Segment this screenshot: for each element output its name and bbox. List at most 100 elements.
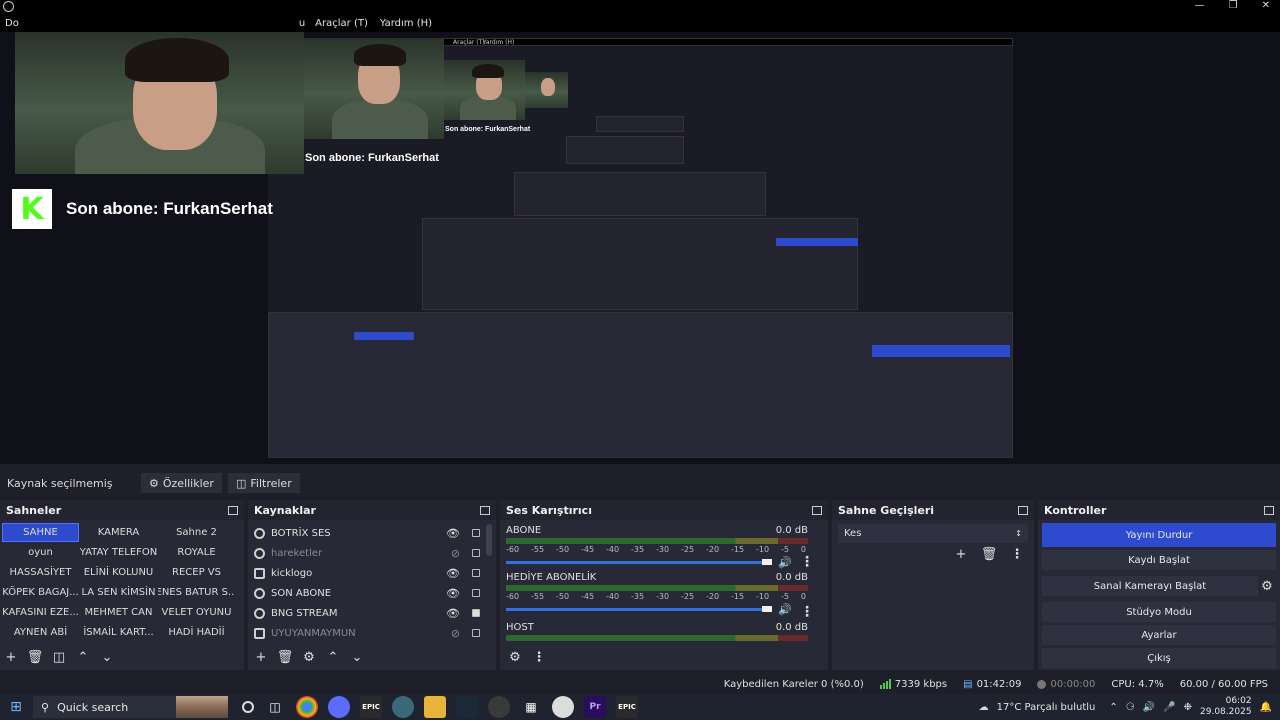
source-item[interactable]: BOTRİX SES 👁: [248, 523, 496, 543]
eye-icon[interactable]: 👁: [446, 527, 460, 540]
gear-icon[interactable]: ⚙: [1260, 579, 1274, 594]
scene-item[interactable]: VELET OYUNU: [158, 603, 235, 622]
volume-fader[interactable]: 🔊: [506, 556, 822, 569]
add-icon[interactable]: +: [4, 650, 18, 665]
scene-item[interactable]: LA SEN KİMSİN: [80, 583, 157, 602]
app-icon-2[interactable]: [552, 696, 574, 718]
trash-icon[interactable]: 🗑: [981, 547, 998, 562]
undock-icon[interactable]: [1018, 505, 1028, 515]
speaker-icon[interactable]: 🔊: [778, 556, 792, 569]
eye-hidden-icon[interactable]: ⊘: [451, 627, 460, 640]
clock[interactable]: 06:02 29.08.2025: [1200, 696, 1252, 718]
file-explorer-icon[interactable]: [424, 696, 446, 718]
mic-icon[interactable]: 🎤: [1163, 702, 1175, 713]
source-item[interactable]: hareketler ⊘: [248, 543, 496, 563]
scene-item[interactable]: HADİ HADİİ: [158, 623, 235, 642]
chevron-up-icon[interactable]: ⌃: [1109, 702, 1117, 713]
menu-tools[interactable]: Araçlar (T): [315, 18, 368, 29]
minimize-icon[interactable]: —: [1195, 0, 1205, 11]
scene-item[interactable]: SAHNE: [2, 523, 79, 542]
source-item[interactable]: BNG STREAM 👁: [248, 603, 496, 623]
undock-icon[interactable]: [228, 505, 238, 515]
scene-item[interactable]: RECEP VS: [158, 563, 235, 582]
lock-icon[interactable]: [472, 549, 480, 557]
menu-partial[interactable]: u: [299, 18, 305, 29]
sources-scrollbar[interactable]: [486, 524, 492, 556]
weather-text[interactable]: 17°C Parçalı bulutlu: [997, 702, 1096, 713]
undock-icon[interactable]: [812, 505, 822, 515]
epic-games-icon[interactable]: EPIC: [360, 696, 382, 718]
network-icon[interactable]: ⚆: [1126, 702, 1135, 713]
gear-icon[interactable]: ⚙: [302, 650, 316, 665]
taskbar-search[interactable]: ⚲ Quick search: [33, 696, 228, 718]
trash-icon[interactable]: 🗑: [277, 650, 294, 665]
gear-icon[interactable]: ⚙: [508, 650, 522, 665]
chevron-up-icon[interactable]: ⌃: [326, 650, 340, 665]
studio-mode-button[interactable]: Stüdyo Modu: [1042, 602, 1276, 622]
more-icon[interactable]: ⋮: [800, 554, 814, 570]
scene-item[interactable]: ENES BATUR S...: [158, 583, 235, 602]
epic-games-icon-2[interactable]: EPIC: [616, 696, 638, 718]
lock-closed-icon[interactable]: [472, 609, 480, 617]
windows-start-icon[interactable]: ⊞: [3, 694, 29, 720]
grid-app-icon[interactable]: ▦: [520, 696, 542, 718]
settings-button[interactable]: Ayarlar: [1042, 625, 1276, 645]
app-icon[interactable]: [392, 696, 414, 718]
speaker-icon[interactable]: 🔊: [778, 603, 792, 616]
scene-item[interactable]: KÖPEK BAGAJ...: [2, 583, 79, 602]
scene-item[interactable]: KAFASINI EZE...: [2, 603, 79, 622]
transition-select[interactable]: Kes ↕: [838, 524, 1028, 543]
chevron-down-icon[interactable]: ⌄: [100, 650, 114, 665]
add-icon[interactable]: +: [954, 547, 968, 562]
source-item[interactable]: UYUYANMAYMUN ⊘: [248, 623, 496, 643]
eye-icon[interactable]: 👁: [446, 587, 460, 600]
trash-icon[interactable]: 🗑: [27, 650, 44, 665]
eye-hidden-icon[interactable]: ⊘: [451, 547, 460, 560]
scene-item[interactable]: ELİNİ KOLUNU: [80, 563, 157, 582]
obs-taskbar-icon[interactable]: [488, 696, 510, 718]
start-record-button[interactable]: Kaydı Başlat: [1042, 550, 1276, 570]
source-item[interactable]: SON ABONE 👁: [248, 583, 496, 603]
undock-icon[interactable]: [480, 505, 490, 515]
scene-item[interactable]: MEHMET CAN: [80, 603, 157, 622]
bluetooth-icon[interactable]: ❉: [1184, 702, 1192, 713]
more-icon[interactable]: ⋮: [1010, 547, 1024, 562]
chevron-down-icon[interactable]: ⌄: [350, 650, 364, 665]
lock-icon[interactable]: [472, 529, 480, 537]
undock-icon[interactable]: [1264, 505, 1274, 515]
more-icon[interactable]: ⋮: [532, 650, 546, 665]
chevron-up-icon[interactable]: ⌃: [76, 650, 90, 665]
volume-icon[interactable]: 🔊: [1143, 702, 1155, 713]
virtual-cam-button[interactable]: Sanal Kamerayı Başlat: [1042, 576, 1258, 596]
scene-item[interactable]: YATAY TELEFON: [80, 543, 157, 562]
lock-icon[interactable]: [472, 629, 480, 637]
filter-icon[interactable]: ◫: [52, 650, 66, 665]
preview-area[interactable]: Araçlar (T) Yardım (H) Son abone: Furkan…: [0, 32, 1280, 464]
menu-file[interactable]: Do: [5, 18, 19, 29]
scene-item[interactable]: Sahne 2: [158, 523, 235, 542]
scene-item[interactable]: ROYALE: [158, 543, 235, 562]
notification-bell-icon[interactable]: 🔔: [1260, 702, 1272, 713]
steam-icon[interactable]: [456, 696, 478, 718]
scene-item[interactable]: oyun: [2, 543, 79, 562]
scene-item[interactable]: HASSASİYET: [2, 563, 79, 582]
stop-stream-button[interactable]: Yayını Durdur: [1042, 523, 1276, 547]
restore-icon[interactable]: ❐: [1229, 0, 1238, 11]
lock-icon[interactable]: [472, 569, 480, 577]
scene-item[interactable]: AYNEN ABİ: [2, 623, 79, 642]
cortana-icon[interactable]: [242, 701, 254, 713]
close-icon[interactable]: ✕: [1262, 0, 1270, 11]
menu-help[interactable]: Yardım (H): [380, 18, 432, 29]
lock-icon[interactable]: [472, 589, 480, 597]
premiere-icon[interactable]: Pr: [584, 696, 606, 718]
properties-button[interactable]: ⚙ Özellikler: [141, 473, 222, 493]
discord-icon[interactable]: [328, 696, 350, 718]
exit-button[interactable]: Çıkış: [1042, 648, 1276, 668]
chrome-icon[interactable]: [296, 696, 318, 718]
scene-item[interactable]: İSMAİL KART...: [80, 623, 157, 642]
volume-fader[interactable]: 🔊: [506, 603, 822, 616]
source-item[interactable]: kicklogo 👁: [248, 563, 496, 583]
scene-item[interactable]: KAMERA: [80, 523, 157, 542]
more-icon[interactable]: ⋮: [800, 604, 814, 620]
fader-knob[interactable]: [762, 606, 772, 612]
